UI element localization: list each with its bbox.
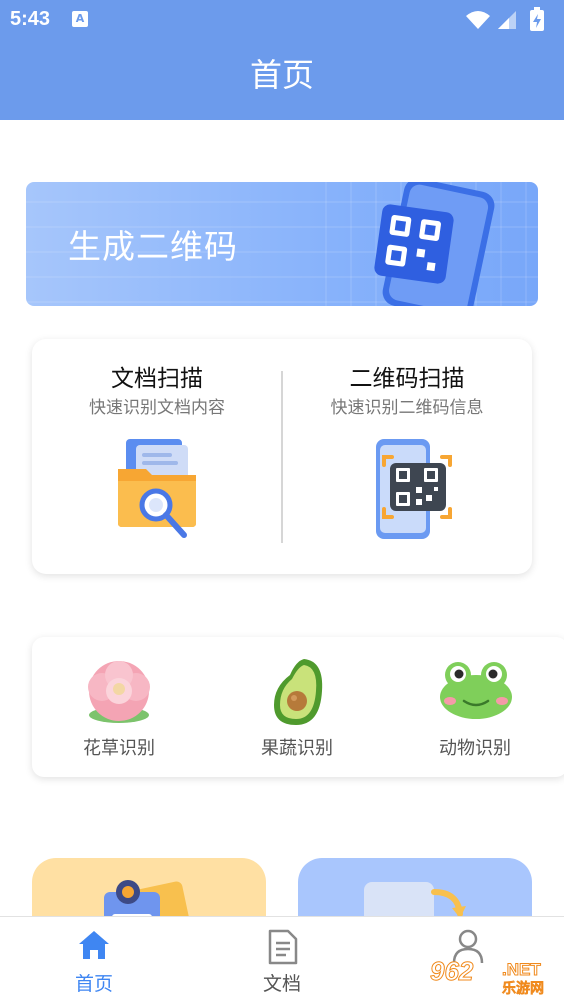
watermark-name: 乐游网 [502, 981, 545, 998]
qr-scan-subtitle: 快速识别二维码信息 [330, 398, 484, 418]
recognition-card: 花草识别 果蔬识别 动物识别 [32, 637, 564, 777]
signal-icon [498, 11, 516, 29]
document-scan-subtitle: 快速识别文档内容 [89, 398, 225, 418]
tab-documents[interactable]: 文档 [212, 917, 352, 1004]
generate-qr-banner[interactable]: 生成二维码 [26, 182, 538, 306]
tab-documents-label: 文档 [262, 973, 301, 995]
tab-home[interactable]: 首页 [24, 917, 164, 1004]
produce-recognition-label: 果蔬识别 [261, 738, 333, 759]
notification-icon: A [72, 11, 88, 27]
status-icons [466, 7, 544, 31]
qr-scan-button[interactable]: 二维码扫描 快速识别二维码信息 [282, 339, 532, 574]
tab-home-label: 首页 [74, 973, 113, 995]
scan-card: 文档扫描 快速识别文档内容 二维码扫描 快速识别二维码信息 [32, 339, 532, 574]
document-icon [268, 929, 298, 965]
banner-title: 生成二维码 [68, 227, 238, 266]
frog-icon [440, 662, 512, 719]
document-scan-title: 文档扫描 [111, 366, 203, 392]
animal-recognition-button[interactable]: 动物识别 [400, 637, 550, 777]
animal-recognition-label: 动物识别 [439, 738, 511, 759]
flower-recognition-button[interactable]: 花草识别 [44, 637, 194, 777]
flower-recognition-label: 花草识别 [83, 738, 155, 759]
status-time: 5:43 [10, 8, 51, 30]
home-icon [79, 931, 109, 959]
status-bar: 5:43 A [0, 0, 564, 40]
app-header: 首页 [0, 40, 564, 120]
flower-icon [88, 661, 150, 723]
watermark-domain: .NET [502, 960, 542, 980]
document-scan-button[interactable]: 文档扫描 快速识别文档内容 [32, 339, 282, 574]
watermark-logo: 962 .NET 乐游网 [424, 956, 558, 1000]
watermark-number: 962 [429, 956, 474, 987]
qr-scan-title: 二维码扫描 [349, 366, 465, 392]
wifi-icon [466, 11, 490, 29]
battery-charging-icon [530, 7, 544, 31]
page-title: 首页 [249, 56, 314, 94]
folder-search-icon [118, 439, 196, 538]
avocado-icon [274, 659, 323, 725]
phone-qr-icon [376, 439, 452, 539]
produce-recognition-button[interactable]: 果蔬识别 [222, 637, 372, 777]
qr-phone-icon [374, 182, 495, 306]
